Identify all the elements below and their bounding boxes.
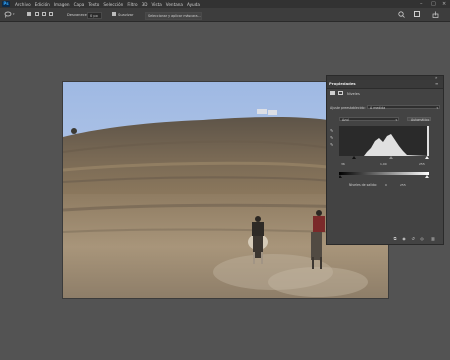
subtract-selection-icon[interactable] [42, 12, 46, 16]
tab-propiedades[interactable]: Propiedades [329, 81, 356, 86]
channel-value: Azul [342, 118, 349, 122]
photoshop-logo[interactable]: Ps [2, 1, 10, 7]
share-icon[interactable] [432, 11, 439, 18]
black-point-slider [352, 156, 356, 159]
preset-label: Ajuste preestablecido: [330, 106, 366, 110]
select-mask-label: Seleccionar y aplicar máscara... [148, 13, 201, 18]
clip-layer-icon[interactable]: ⧉ [393, 237, 397, 241]
view-previous-icon[interactable]: ◉ [402, 237, 406, 241]
visibility-icon[interactable]: ◎ [420, 237, 424, 241]
menu-texto[interactable]: Texto [88, 2, 99, 7]
input-black-value[interactable]: 36 [341, 162, 345, 166]
menu-filtro[interactable]: Filtro [127, 2, 137, 7]
feather-input[interactable]: 0 px [87, 12, 102, 19]
output-white-value[interactable]: 255 [400, 183, 406, 187]
chevron-down-icon: ▾ [395, 117, 397, 122]
auto-button[interactable]: Automático [407, 117, 431, 122]
add-selection-icon[interactable] [35, 12, 39, 16]
white-point-slider [425, 156, 429, 159]
menu-edicion[interactable]: Edición [35, 2, 50, 7]
input-mid-value[interactable]: 1,00 [380, 162, 387, 166]
new-selection-icon[interactable] [27, 12, 31, 16]
workspace-icon[interactable] [414, 11, 420, 17]
output-black-value[interactable]: 0 [385, 183, 387, 187]
trash-icon[interactable]: ▥ [431, 237, 435, 241]
panel-menu-icon[interactable]: ≡ [435, 81, 438, 86]
eyedropper-black-icon[interactable]: ✎ [330, 129, 334, 133]
select-mask-button[interactable]: Seleccionar y aplicar máscara... [145, 11, 202, 20]
properties-panel: » Propiedades ≡ Niveles Ajuste preestabl… [326, 75, 444, 245]
output-sliders[interactable] [339, 175, 429, 179]
preset-select[interactable]: A medida ▾ [367, 105, 440, 110]
reset-icon[interactable]: ↺ [411, 237, 415, 241]
input-white-value[interactable]: 255 [419, 162, 425, 166]
menu-capa[interactable]: Capa [74, 2, 85, 7]
maximize-button[interactable]: □ [431, 1, 436, 7]
menu-imagen[interactable]: Imagen [54, 2, 70, 7]
search-icon[interactable] [398, 11, 405, 18]
auto-label: Automático [411, 118, 430, 122]
menu-vista[interactable]: Vista [151, 2, 161, 7]
eyedropper-gray-icon[interactable]: ✎ [330, 136, 334, 140]
preset-value: A medida [370, 106, 386, 110]
menu-bar: Ps Archivo Edición Imagen Capa Texto Sel… [0, 0, 450, 8]
menu-ventana[interactable]: Ventana [166, 2, 183, 7]
feather-value: 0 px [90, 13, 98, 18]
lasso-icon[interactable] [4, 11, 12, 18]
antialias-label: Suavizar [118, 13, 134, 17]
histogram-graph [339, 126, 429, 156]
chevron-down-icon[interactable]: ▾ [13, 12, 15, 16]
options-bar: ▾ Desvanecer: 0 px Suavizar Seleccionar … [0, 8, 450, 22]
gray-point-slider [389, 156, 393, 159]
intersect-selection-icon[interactable] [49, 12, 53, 16]
chevron-down-icon: ▾ [436, 105, 438, 110]
main-menu: Archivo Edición Imagen Capa Texto Selecc… [15, 0, 200, 8]
menu-archivo[interactable]: Archivo [15, 2, 31, 7]
menu-ayuda[interactable]: Ayuda [187, 2, 200, 7]
menu-seleccion[interactable]: Selección [103, 2, 123, 7]
output-levels-label: Niveles de salida: [349, 183, 378, 187]
minimize-button[interactable]: – [420, 1, 423, 7]
close-button[interactable]: × [442, 1, 446, 7]
layer-type-label: Niveles [347, 91, 360, 96]
eyedropper-white-icon[interactable]: ✎ [330, 143, 334, 147]
antialias-checkbox[interactable] [112, 12, 116, 16]
menu-3d[interactable]: 3D [142, 2, 148, 7]
histogram [339, 126, 429, 156]
channel-select[interactable]: Azul ▾ [339, 117, 399, 122]
input-sliders[interactable] [339, 156, 429, 160]
adjustment-icon [330, 91, 335, 95]
mask-icon[interactable] [338, 91, 343, 95]
